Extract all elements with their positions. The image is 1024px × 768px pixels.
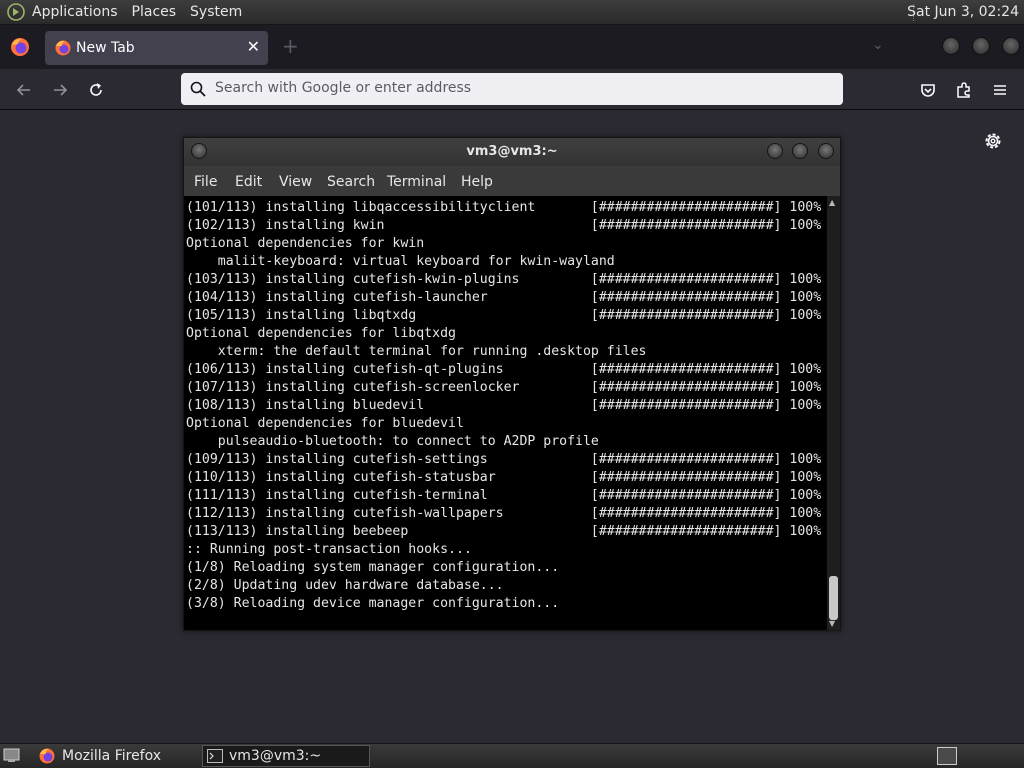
terminal-line: (2/8) Updating udev hardware database... (186, 578, 504, 593)
hamburger-menu-icon (994, 85, 1006, 95)
tab-new-tab[interactable]: New Tab ✕ (45, 31, 268, 65)
terminal-line: (1/8) Reloading system manager configura… (186, 560, 560, 575)
terminal-line: (110/113) installing cutefish-statusbar … (186, 470, 822, 485)
taskbar-item-terminal[interactable]: vm3@vm3:~ (202, 745, 370, 767)
show-desktop-icon[interactable] (3, 748, 20, 763)
new-tab-button[interactable]: + (282, 34, 299, 58)
terminal-titlebar[interactable]: vm3@vm3:~ (184, 138, 840, 166)
terminal-line: (103/113) installing cutefish-kwin-plugi… (186, 272, 822, 287)
firefox-icon (39, 748, 55, 764)
clock[interactable]: Sat Jun 3, 02:24 (907, 4, 1019, 20)
firefox-view-icon[interactable] (9, 36, 31, 58)
minimize-window-button[interactable] (942, 37, 960, 55)
scrollbar-thumb[interactable] (829, 576, 838, 620)
terminal-icon (207, 749, 223, 763)
taskbar-item-firefox[interactable]: Mozilla Firefox (32, 745, 200, 767)
terminal-minimize-button[interactable] (767, 143, 783, 159)
menu-terminal[interactable]: Terminal (387, 174, 446, 190)
terminal-line: :: Running post-transaction hooks... (186, 542, 472, 557)
navigation-toolbar: Search with Google or enter address (0, 69, 1024, 110)
tab-bar: New Tab ✕ + ⌄ (0, 25, 1024, 69)
terminal-line: xterm: the default terminal for running … (186, 344, 647, 359)
terminal-line: maliit-keyboard: virtual keyboard for kw… (186, 254, 615, 269)
terminal-line: (106/113) installing cutefish-qt-plugins… (186, 362, 822, 377)
back-arrow-icon (16, 84, 30, 96)
menu-view[interactable]: View (279, 174, 312, 190)
gear-icon[interactable] (983, 131, 1003, 151)
applications-menu[interactable]: Applications (32, 4, 118, 20)
terminal-screen[interactable]: (101/113) installing libqaccessibilitycl… (184, 196, 827, 630)
terminal-scrollbar[interactable]: ▲ ▼ (827, 196, 840, 630)
terminal-line: pulseaudio-bluetooth: to connect to A2DP… (186, 434, 599, 449)
taskbar-item-label: Mozilla Firefox (62, 748, 162, 764)
terminal-window[interactable]: vm3@vm3:~ File Edit View Search Terminal… (183, 137, 841, 631)
reload-icon (90, 83, 102, 96)
terminal-line: (107/113) installing cutefish-screenlock… (186, 380, 822, 395)
terminal-line: Optional dependencies for kwin (186, 236, 425, 251)
bottom-panel: Mozilla Firefox vm3@vm3:~ (0, 743, 1024, 768)
terminal-line: (108/113) installing bluedevil [########… (186, 398, 822, 413)
pocket-button[interactable] (917, 79, 939, 101)
terminal-line: Optional dependencies for libqtxdg (186, 326, 456, 341)
mate-logo-icon[interactable] (7, 3, 25, 21)
close-tab-icon[interactable]: ✕ (247, 37, 260, 56)
terminal-maximize-button[interactable] (792, 143, 808, 159)
terminal-line: (111/113) installing cutefish-terminal [… (186, 488, 822, 503)
terminal-menubar: File Edit View Search Terminal Help (184, 168, 840, 196)
close-window-button[interactable] (1002, 37, 1020, 55)
extensions-button[interactable] (953, 79, 975, 101)
places-menu[interactable]: Places (132, 4, 177, 20)
terminal-line: (109/113) installing cutefish-settings [… (186, 452, 822, 467)
terminal-title: vm3@vm3:~ (466, 144, 558, 159)
terminal-output: (101/113) installing libqaccessibilitycl… (186, 199, 821, 613)
back-button[interactable] (13, 79, 35, 101)
reload-button[interactable] (85, 79, 107, 101)
workspace-switcher[interactable] (937, 747, 957, 765)
search-icon (190, 81, 206, 97)
puzzle-icon (957, 82, 970, 98)
menu-search[interactable]: Search (327, 174, 375, 190)
terminal-close-button[interactable] (818, 143, 834, 159)
tab-title: New Tab (76, 40, 135, 56)
terminal-line: (105/113) installing libqtxdg [#########… (186, 308, 822, 323)
scroll-up-arrow-icon[interactable]: ▲ (829, 198, 835, 207)
forward-button[interactable] (49, 79, 71, 101)
top-panel: Applications Places System Sat Jun 3, 02… (0, 0, 1024, 25)
terminal-line: (113/113) installing beebeep [##########… (186, 524, 822, 539)
terminal-line: (104/113) installing cutefish-launcher [… (186, 290, 822, 305)
address-bar[interactable]: Search with Google or enter address (181, 73, 843, 105)
forward-arrow-icon (54, 84, 68, 96)
terminal-line: (101/113) installing libqaccessibilitycl… (186, 200, 822, 215)
taskbar-item-label: vm3@vm3:~ (229, 748, 322, 764)
list-all-tabs-button[interactable]: ⌄ (872, 37, 884, 53)
menu-edit[interactable]: Edit (235, 174, 262, 190)
address-placeholder: Search with Google or enter address (215, 80, 472, 96)
menu-file[interactable]: File (194, 174, 217, 190)
app-menu-button[interactable] (989, 79, 1011, 101)
maximize-window-button[interactable] (972, 37, 990, 55)
system-menu[interactable]: System (190, 4, 242, 20)
terminal-line: (102/113) installing kwin [#############… (186, 218, 822, 233)
terminal-line: Optional dependencies for bluedevil (186, 416, 464, 431)
pocket-icon (921, 84, 935, 97)
terminal-line: (3/8) Reloading device manager configura… (186, 596, 560, 611)
terminal-line: (112/113) installing cutefish-wallpapers… (186, 506, 822, 521)
firefox-icon (55, 40, 71, 56)
scroll-down-arrow-icon[interactable]: ▼ (829, 619, 835, 628)
menu-help[interactable]: Help (461, 174, 493, 190)
